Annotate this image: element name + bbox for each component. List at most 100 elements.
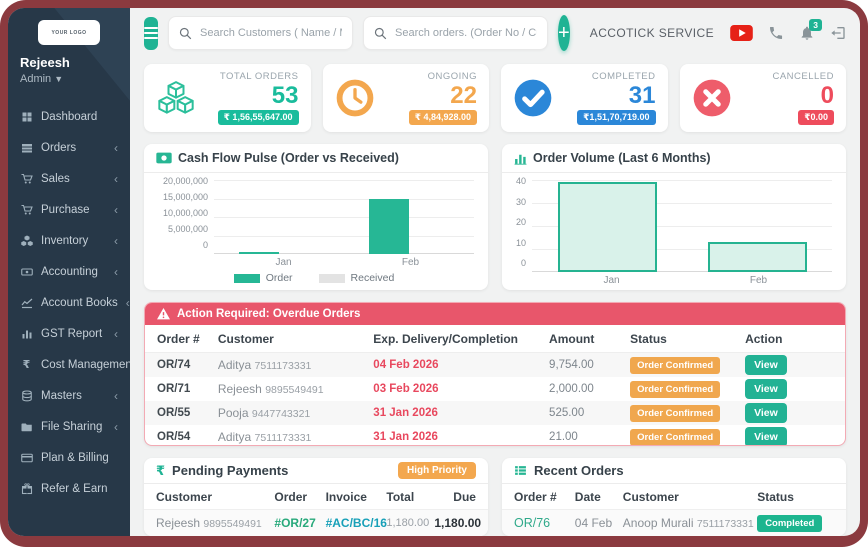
total-amount: 1,180.00	[386, 517, 430, 529]
legend-order[interactable]: Order	[233, 272, 293, 284]
invoice-link[interactable]: #AC/BC/16	[326, 516, 387, 530]
sidebar-item-purchase[interactable]: Purchase ‹	[8, 194, 130, 225]
youtube-icon[interactable]	[730, 25, 753, 41]
stat-card-total-orders[interactable]: TOTAL ORDERS 53 ₹ 1,56,55,647.00	[144, 64, 311, 132]
customer-name: Rejeesh	[156, 516, 201, 530]
sidebar-item-sales[interactable]: Sales ‹	[8, 163, 130, 194]
plot-area	[532, 180, 832, 272]
orders-icon	[20, 141, 33, 154]
stat-value: 31	[628, 82, 656, 110]
logout-icon[interactable]	[830, 25, 846, 41]
stat-amount-badge: ₹ 1,56,55,647.00	[217, 109, 299, 125]
phone-icon[interactable]	[768, 25, 784, 41]
sidebar-item-refer-earn[interactable]: Refer & Earn	[8, 473, 130, 504]
chevron-left-icon: ‹	[114, 233, 118, 248]
bar-group-feb	[682, 180, 832, 272]
company-logo[interactable]: YOUR LOGO	[38, 20, 100, 45]
volume-bar[interactable]	[707, 242, 807, 272]
sidebar-item-cost-management[interactable]: ₹ Cost Management ‹	[8, 349, 130, 380]
notifications-bell-icon[interactable]: 3	[799, 19, 822, 41]
rupee-icon: ₹	[156, 462, 166, 478]
sidebar-item-gst-report[interactable]: GST Report ‹	[8, 318, 130, 349]
sidebar-item-file-sharing[interactable]: File Sharing ‹	[8, 411, 130, 442]
high-priority-badge: High Priority	[397, 462, 476, 479]
sidebar-item-label: Sales	[41, 172, 70, 185]
sidebar-item-inventory[interactable]: Inventory ‹	[8, 225, 130, 256]
chart-area: 40 30 20 10 0 Jan Feb	[502, 173, 846, 290]
bottom-row: ₹ Pending Payments High Priority Custome…	[144, 458, 846, 536]
order-date: 04 Feb	[574, 516, 613, 530]
stat-amount-badge: ₹0.00	[798, 109, 834, 125]
table-row[interactable]: OR/76 04 Feb Anoop Murali 7511173331 Com…	[502, 510, 846, 536]
recent-orders-header: Recent Orders	[502, 458, 846, 484]
sidebar-item-label: Cost Management	[41, 358, 130, 371]
sidebar-item-orders[interactable]: Orders ‹	[8, 132, 130, 163]
clock-icon	[335, 78, 379, 118]
chevron-left-icon: ‹	[114, 326, 118, 341]
view-button[interactable]: View	[745, 379, 787, 399]
stat-label: COMPLETED	[591, 71, 656, 83]
sidebar-item-label: Plan & Billing	[41, 451, 109, 464]
table-row[interactable]: OR/54 Aditya 7511173331 31 Jan 2026 21.0…	[145, 425, 845, 445]
table-header-row: Customer Order Invoice Total Due	[144, 484, 488, 510]
order-link[interactable]: #OR/27	[274, 516, 315, 530]
sidebar-item-plan-billing[interactable]: Plan & Billing	[8, 442, 130, 473]
sidebar-item-masters[interactable]: Masters ‹	[8, 380, 130, 411]
sidebar-item-label: Refer & Earn	[41, 482, 108, 495]
recent-orders-panel: Recent Orders Order # Date Customer Status …	[502, 458, 846, 536]
volume-bar[interactable]	[557, 182, 657, 272]
view-button[interactable]: View	[745, 355, 787, 375]
amount: 2,000.00	[549, 383, 594, 395]
chart-title-bar: Order Volume (Last 6 Months)	[502, 144, 846, 173]
logo-text: YOUR LOGO	[51, 29, 87, 36]
stat-card-cancelled[interactable]: CANCELLED 0 ₹0.00	[679, 64, 846, 132]
view-button[interactable]: View	[745, 427, 787, 445]
search-icon	[179, 27, 192, 39]
sidebar-item-label: Accounting	[41, 265, 98, 278]
customer-phone: 9447743321	[251, 408, 311, 420]
sidebar-nav: Dashboard Orders ‹ Sales ‹ Purchase ‹ In…	[8, 91, 130, 504]
stat-label: CANCELLED	[772, 71, 834, 83]
folder-icon	[20, 420, 33, 433]
legend-received[interactable]: Received	[318, 272, 394, 284]
view-button[interactable]: View	[745, 403, 787, 423]
table-row[interactable]: OR/74 Aditya 7511173331 04 Feb 2026 9,75…	[145, 353, 845, 377]
stat-card-ongoing[interactable]: ONGOING 22 ₹ 4,84,928.00	[322, 64, 489, 132]
user-name: Rejeesh	[20, 55, 70, 70]
panel-title: Pending Payments	[172, 463, 289, 478]
overdue-header: Action Required: Overdue Orders	[145, 303, 845, 325]
order-link[interactable]: OR/76	[514, 516, 550, 530]
user-role-dropdown[interactable]: Admin ▼	[20, 73, 118, 85]
table-row[interactable]: OR/71 Rejeesh 9895549491 03 Feb 2026 2,0…	[145, 377, 845, 401]
amount: 525.00	[549, 407, 585, 419]
y-axis: 20,000,000 15,000,000 10,000,000 5,000,000 0	[162, 176, 208, 250]
sidebar-item-accounting[interactable]: Accounting ‹	[8, 256, 130, 287]
table-row[interactable]: OR/55 Pooja 9447743321 31 Jan 2026 525.0…	[145, 401, 845, 425]
company-name: ACCOTICK SERVICE	[589, 26, 714, 40]
bar-group-jan	[532, 180, 682, 272]
sidebar-item-dashboard[interactable]: Dashboard	[8, 101, 130, 132]
order-bar[interactable]	[238, 252, 279, 254]
sidebar-item-account-books[interactable]: Account Books ‹	[8, 287, 130, 318]
due-date: 03 Feb 2026	[373, 383, 439, 395]
order-number: OR/55	[157, 407, 191, 419]
notification-badge: 3	[809, 19, 822, 31]
search-orders-input[interactable]	[395, 27, 537, 39]
overdue-title: Action Required: Overdue Orders	[177, 308, 361, 320]
panel-title: Recent Orders	[534, 463, 624, 478]
table-row[interactable]: Rejeesh 9895549491 #OR/27 #AC/BC/16 1,18…	[144, 510, 488, 536]
order-search	[363, 16, 548, 50]
stat-value: 53	[271, 82, 299, 110]
search-icon	[374, 27, 387, 39]
sidebar-toggle-button[interactable]	[144, 16, 158, 50]
due-date: 31 Jan 2026	[373, 407, 438, 419]
status-badge: Completed	[757, 514, 823, 532]
stat-card-completed[interactable]: COMPLETED 31 ₹1,51,70,719.00	[501, 64, 668, 132]
chart-title: Cash Flow Pulse (Order vs Received)	[178, 151, 399, 165]
rupee-icon: ₹	[22, 359, 31, 371]
order-bar[interactable]	[368, 198, 409, 254]
sales-cart-icon	[20, 172, 33, 185]
stats-row: TOTAL ORDERS 53 ₹ 1,56,55,647.00 ONGOING…	[144, 64, 846, 132]
search-customers-input[interactable]	[200, 27, 342, 39]
add-new-button[interactable]: +	[558, 15, 570, 51]
